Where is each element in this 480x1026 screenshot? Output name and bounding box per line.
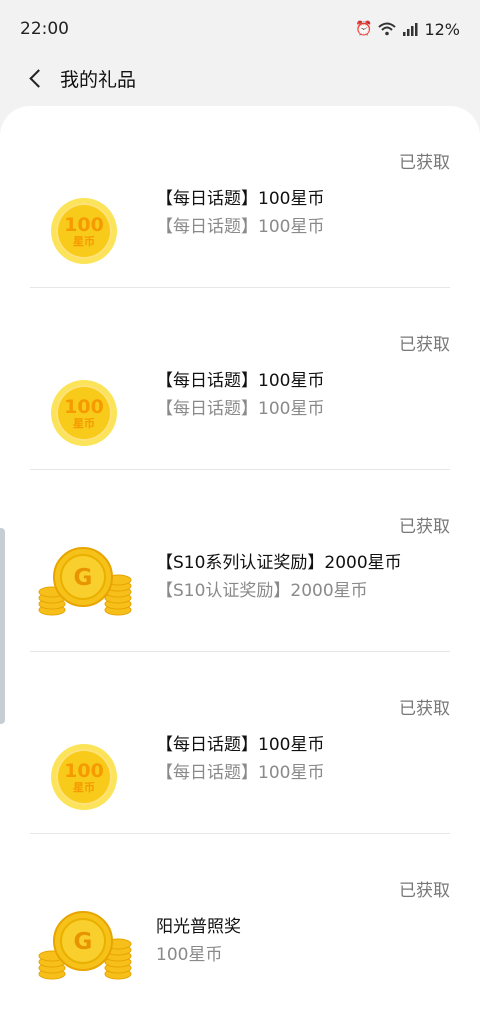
page-title: 我的礼品 — [60, 68, 137, 91]
wifi-icon — [378, 22, 397, 36]
coin-number: 100 — [64, 759, 104, 782]
back-arrow-icon — [28, 68, 48, 88]
coin-unit: 星币 — [73, 416, 95, 430]
status-bar: 22:00 ⏰ 12% — [0, 0, 480, 58]
list-item[interactable]: 已获取 G 阳光普照奖 100星币 — [0, 834, 480, 1016]
gift-title: 【S10系列认证奖励】2000星币 — [156, 553, 402, 573]
svg-text:G: G — [74, 565, 93, 591]
gift-list[interactable]: 已获取 100 星币 【每日话题】100星币 【每日话题】100星币 已获取 1… — [0, 106, 480, 1026]
coin-100-icon: 100 星币 — [51, 198, 117, 264]
gift-title: 【每日话题】100星币 — [156, 189, 325, 209]
coin-unit: 星币 — [73, 234, 95, 248]
back-button[interactable] — [24, 67, 48, 89]
status-label: 已获取 — [399, 699, 450, 719]
status-label: 已获取 — [399, 881, 450, 901]
list-item[interactable]: 已获取 100 星币 【每日话题】100星币 【每日话题】100星币 — [0, 106, 480, 288]
gift-subtitle: 【S10认证奖励】2000星币 — [156, 581, 368, 601]
status-label: 已获取 — [399, 153, 450, 173]
gift-subtitle: 【每日话题】100星币 — [156, 763, 325, 783]
gift-subtitle: 100星币 — [156, 945, 223, 965]
battery-level: 12% — [424, 19, 460, 39]
scrollbar[interactable] — [0, 528, 5, 724]
header: 我的礼品 — [0, 58, 480, 98]
status-icons: ⏰ 12% — [355, 20, 460, 39]
coin-100-icon: 100 星币 — [51, 744, 117, 810]
status-label: 已获取 — [399, 335, 450, 355]
coin-number: 100 — [64, 395, 104, 418]
gift-subtitle: 【每日话题】100星币 — [156, 217, 325, 237]
gift-title: 阳光普照奖 — [156, 917, 241, 937]
list-item[interactable]: 已获取 G 【S10系列认证奖励】2000星币 【S10认证奖励】2000星币 — [0, 470, 480, 652]
svg-text:G: G — [74, 929, 93, 955]
gift-title: 【每日话题】100星币 — [156, 371, 325, 391]
coin-100-icon: 100 星币 — [51, 380, 117, 446]
gold-coin-stack-icon: G — [38, 911, 132, 980]
status-label: 已获取 — [399, 517, 450, 537]
gift-title: 【每日话题】100星币 — [156, 735, 325, 755]
coin-unit: 星币 — [73, 780, 95, 794]
status-time: 22:00 — [20, 19, 69, 39]
alarm-icon: ⏰ — [355, 21, 373, 37]
signal-icon — [403, 23, 418, 36]
gold-coin-stack-icon: G — [38, 547, 132, 616]
coin-number: 100 — [64, 213, 104, 236]
gift-subtitle: 【每日话题】100星币 — [156, 399, 325, 419]
list-item[interactable]: 已获取 100 星币 【每日话题】100星币 【每日话题】100星币 — [0, 652, 480, 834]
list-item[interactable]: 已获取 100 星币 【每日话题】100星币 【每日话题】100星币 — [0, 288, 480, 470]
